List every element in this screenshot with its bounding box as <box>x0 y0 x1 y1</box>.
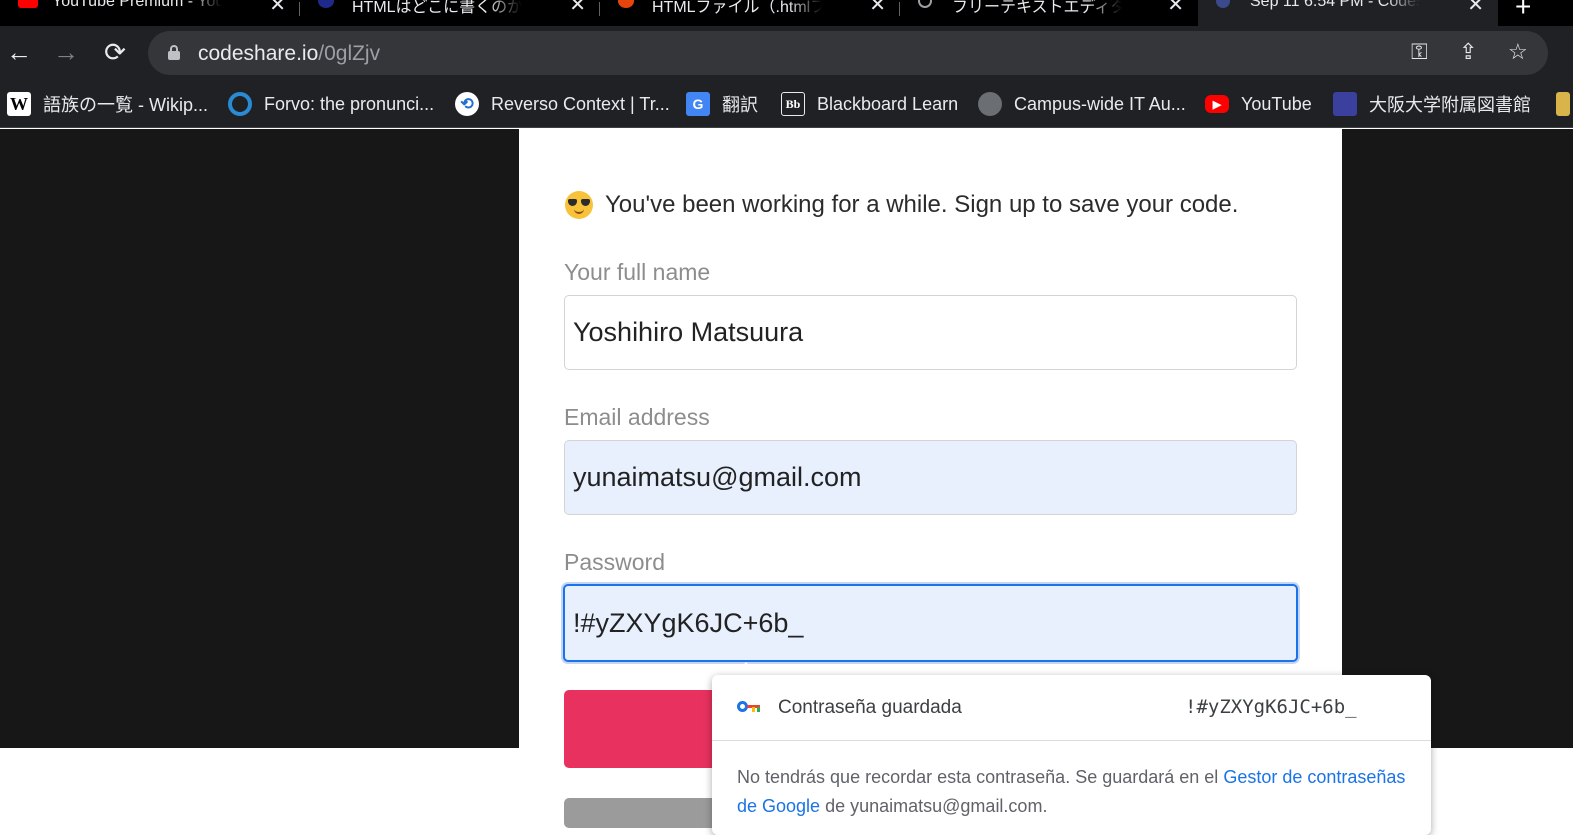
bookmark-label: YouTube <box>1241 93 1312 114</box>
saved-password-value: !#yZXYgK6JC+6b_ <box>1185 696 1357 718</box>
email-label: Email address <box>564 404 710 430</box>
globe-icon <box>978 92 1002 116</box>
bookmark-overflow-icon[interactable] <box>1556 92 1570 116</box>
forward-button[interactable]: → <box>52 38 80 66</box>
bookmark-label: Reverso Context | Tr... <box>491 93 670 114</box>
bookmarks-bar: W 語族の一覧 - Wikip... Forvo: the pronunci..… <box>0 82 1573 128</box>
bookmark-youtube[interactable]: ▶ YouTube <box>1205 92 1312 116</box>
signup-notice: You've been working for a while. Sign up… <box>565 191 1238 219</box>
popup-header: Contraseña guardada !#yZXYgK6JC+6b_ <box>712 675 1431 741</box>
bookmark-translate[interactable]: G 翻訳 <box>686 92 758 116</box>
back-button[interactable]: ← <box>5 38 33 66</box>
lock-icon[interactable] <box>168 45 180 60</box>
star-icon[interactable]: ☆ <box>1508 39 1528 65</box>
tab-text-editor[interactable]: フリーテキストエディタおすすめ ✕ <box>900 0 1198 26</box>
password-label: Password <box>564 549 665 575</box>
tab-title: HTMLはどこに書くのか(結論: <box>352 0 522 16</box>
reload-button[interactable]: ⟳ <box>101 38 129 66</box>
bookmark-blackboard[interactable]: Bb Blackboard Learn <box>781 92 958 116</box>
password-input[interactable]: !#yZXYgK6JC+6b_ <box>563 584 1298 662</box>
key-icon[interactable]: ⚿ <box>1411 39 1428 65</box>
popup-arrow <box>734 662 758 676</box>
tab-html-file[interactable]: HTMLファイル（.htmlファイル ✕ <box>600 0 900 26</box>
bookmark-campus-it[interactable]: Campus-wide IT Au... <box>978 92 1186 116</box>
codeshare-icon <box>1216 0 1230 8</box>
google-key-icon <box>737 701 761 713</box>
tab-html-where[interactable]: HTMLはどこに書くのか(結論: ✕ <box>300 0 600 26</box>
close-icon[interactable]: ✕ <box>1467 0 1484 17</box>
bookmark-label: Blackboard Learn <box>817 93 959 114</box>
tab-title: フリーテキストエディタおすすめ <box>952 0 1122 16</box>
bookmark-label: 大阪大学附属図書館 <box>1369 95 1531 115</box>
tab-title: YouTube Premium - YouTube <box>52 0 222 10</box>
share-icon[interactable]: ⇪ <box>1459 39 1477 65</box>
tab-codeshare[interactable]: Sep 11 6:54 PM - Codeshare ✕ <box>1198 0 1498 26</box>
popup-title: Contraseña guardada <box>778 697 962 718</box>
new-tab-button[interactable]: + <box>1515 0 1531 23</box>
popup-description: No tendrás que recordar esta contraseña.… <box>737 767 1406 816</box>
bookmark-reverso[interactable]: ⟲ Reverso Context | Tr... <box>455 92 670 116</box>
browser-toolbar: ← → ⟳ codeshare.io/0glZjv ⚿ ⇪ ☆ <box>0 26 1573 82</box>
wikipedia-icon: W <box>7 92 31 116</box>
close-icon[interactable]: ✕ <box>869 0 886 17</box>
close-icon[interactable]: ✕ <box>269 0 286 17</box>
bookmark-label: 翻訳 <box>722 95 758 115</box>
bookmark-wikipedia[interactable]: W 語族の一覧 - Wikip... <box>7 92 208 116</box>
site-favicon-icon <box>618 0 634 8</box>
close-icon[interactable]: ✕ <box>569 0 586 17</box>
youtube-icon: ▶ <box>1205 95 1229 113</box>
tab-title: Sep 11 6:54 PM - Codeshare <box>1250 0 1420 10</box>
tab-youtube-premium[interactable]: YouTube Premium - YouTube ✕ <box>0 0 300 26</box>
bookmark-label: Campus-wide IT Au... <box>1014 93 1186 114</box>
bookmark-forvo[interactable]: Forvo: the pronunci... <box>228 92 434 116</box>
name-label: Your full name <box>564 259 711 285</box>
site-favicon-icon <box>318 0 334 8</box>
bookmark-label: 語族の一覧 - Wikip... <box>43 95 208 115</box>
youtube-icon <box>18 0 38 8</box>
bookmark-osaka-library[interactable]: 大阪大学附属図書館 <box>1333 92 1531 116</box>
forvo-icon <box>228 92 252 116</box>
tab-title: HTMLファイル（.htmlファイル <box>652 0 822 16</box>
reverso-icon: ⟲ <box>455 92 479 116</box>
address-bar[interactable]: codeshare.io/0glZjv ⚿ ⇪ ☆ <box>148 31 1548 75</box>
password-saved-popup: Contraseña guardada !#yZXYgK6JC+6b_ No t… <box>712 675 1431 835</box>
full-name-input[interactable]: Yoshihiro Matsuura <box>564 295 1297 370</box>
loading-icon <box>918 0 932 8</box>
sunglasses-emoji-icon <box>565 191 593 219</box>
osaka-library-icon <box>1333 92 1357 116</box>
tab-strip: YouTube Premium - YouTube ✕ HTMLはどこに書くのか… <box>0 0 1573 26</box>
notice-text: You've been working for a while. Sign up… <box>605 191 1239 218</box>
blackboard-icon: Bb <box>781 92 805 116</box>
email-input[interactable]: yunaimatsu@gmail.com <box>564 440 1297 515</box>
google-translate-icon: G <box>686 92 710 116</box>
url-text: codeshare.io/0glZjv <box>198 42 381 65</box>
bookmark-label: Forvo: the pronunci... <box>264 93 435 114</box>
close-icon[interactable]: ✕ <box>1167 0 1184 17</box>
